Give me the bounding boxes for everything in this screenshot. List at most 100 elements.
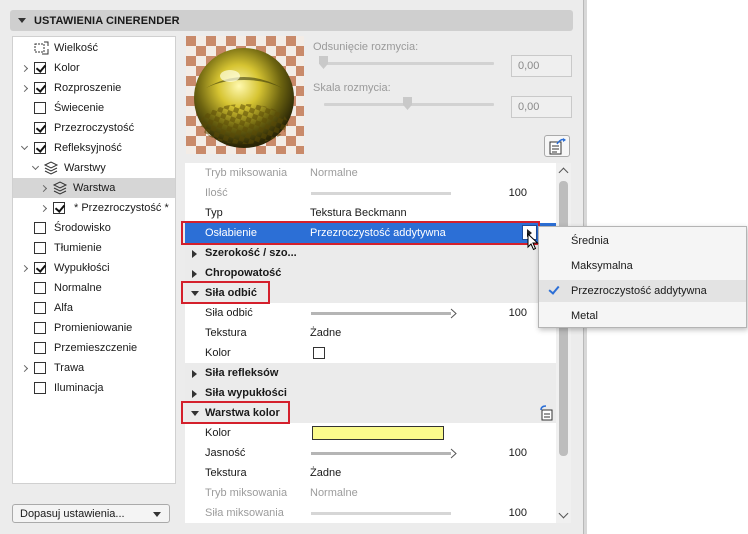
preview-options-button[interactable] [544, 135, 570, 157]
expand-triangle-icon[interactable] [192, 250, 197, 258]
prop-mix-mode[interactable]: Tryb miksowania Normalne [185, 163, 556, 183]
tree-item-environment[interactable]: Środowisko [13, 218, 175, 238]
blur-scale-slider-thumb[interactable] [403, 97, 412, 110]
group-color-layer[interactable]: Warstwa kolor [185, 403, 556, 423]
tree-checkbox[interactable] [34, 362, 46, 374]
tree-checkbox[interactable] [34, 282, 46, 294]
prop-amount[interactable]: Ilość 100 [185, 183, 556, 203]
reflection-strength-slider[interactable] [311, 312, 451, 315]
expand-arrow-icon[interactable] [21, 85, 29, 93]
prop-number[interactable]: 100 [509, 307, 527, 319]
tree-item-diffusion[interactable]: Rozproszenie [13, 78, 175, 98]
collapse-triangle-icon[interactable] [191, 411, 199, 416]
tree-checkbox[interactable] [53, 202, 65, 214]
color-swatch[interactable] [312, 426, 444, 440]
amount-slider[interactable] [311, 192, 451, 195]
tree-item-size[interactable]: Wielkość [13, 38, 175, 58]
prop-mix-mode-2[interactable]: Tryb miksowania Normalne [185, 483, 556, 503]
tree-item-layer[interactable]: Warstwa [13, 178, 175, 198]
collapse-arrow-icon[interactable] [21, 144, 29, 152]
tree-item-color[interactable]: Kolor [13, 58, 175, 78]
tree-item-fog[interactable]: Tłumienie [13, 238, 175, 258]
tree-checkbox[interactable] [34, 242, 46, 254]
color-checkbox[interactable] [313, 347, 325, 359]
blur-offset-input[interactable]: 0,00 [511, 55, 572, 77]
menu-item-average[interactable]: Średnia [539, 230, 746, 252]
tree-item-transparency[interactable]: Przezroczystość [13, 118, 175, 138]
scroll-down-icon[interactable] [558, 508, 569, 519]
prop-texture[interactable]: Tekstura Żadne [185, 323, 556, 343]
scroll-up-icon[interactable] [558, 167, 569, 178]
expand-arrow-icon[interactable] [40, 205, 48, 213]
tree-item-layers[interactable]: Warstwy [13, 158, 175, 178]
collapse-arrow-icon[interactable] [32, 164, 40, 172]
tree-item-glow[interactable]: Promieniowanie [13, 318, 175, 338]
collapse-triangle-icon[interactable] [191, 291, 199, 296]
prop-color-layer-color[interactable]: Kolor [185, 423, 556, 443]
expand-arrow-icon[interactable] [21, 265, 29, 273]
menu-item-metal[interactable]: Metal [539, 305, 746, 327]
tree-item-layer-transparency[interactable]: * Przezroczystość * [13, 198, 175, 218]
tree-checkbox[interactable] [34, 222, 46, 234]
tree-checkbox[interactable] [34, 382, 46, 394]
expand-triangle-icon[interactable] [192, 270, 197, 278]
tree-item-illumination[interactable]: Iluminacja [13, 378, 175, 398]
expand-arrow-icon[interactable] [21, 65, 29, 73]
property-scrollbar[interactable] [556, 163, 571, 523]
dropdown-caret-icon [153, 512, 161, 517]
document-arrow-icon[interactable] [539, 405, 555, 421]
group-reflection-strength[interactable]: Siła odbić [185, 283, 556, 303]
prop-number[interactable]: 100 [509, 187, 527, 199]
slider-end-arrow-icon[interactable] [450, 448, 457, 459]
blur-scale-value: 0,00 [518, 101, 540, 113]
panel-header[interactable]: USTAWIENIA CINERENDER [10, 10, 573, 31]
prop-type[interactable]: Typ Tekstura Beckmann [185, 203, 556, 223]
group-width[interactable]: Szerokość / szo... [185, 243, 556, 263]
tree-checkbox[interactable] [34, 342, 46, 354]
brightness-slider[interactable] [311, 452, 451, 455]
prop-color[interactable]: Kolor [185, 343, 556, 363]
prop-key: Kolor [205, 427, 231, 439]
blur-offset-slider[interactable] [324, 62, 494, 65]
tree-item-grass[interactable]: Trawa [13, 358, 175, 378]
prop-brightness[interactable]: Jasność 100 [185, 443, 556, 463]
tree-checkbox[interactable] [34, 322, 46, 334]
blur-offset-slider-thumb[interactable] [319, 56, 328, 69]
tree-checkbox[interactable] [34, 262, 46, 274]
tree-item-displacement[interactable]: Przemieszczenie [13, 338, 175, 358]
prop-reflection-strength[interactable]: Siła odbić 100 [185, 303, 556, 323]
tree-checkbox[interactable] [34, 142, 46, 154]
expand-arrow-icon[interactable] [21, 365, 29, 373]
tree-checkbox[interactable] [34, 102, 46, 114]
mouse-cursor-icon [527, 233, 539, 251]
tree-item-reflectance[interactable]: Refleksyjność [13, 138, 175, 158]
prop-mix-strength[interactable]: Siła miksowania 100 [185, 503, 556, 523]
prop-texture-2[interactable]: Tekstura Żadne [185, 463, 556, 483]
tree-checkbox[interactable] [34, 82, 46, 94]
tree-item-luminance[interactable]: Świecenie [13, 98, 175, 118]
tree-checkbox[interactable] [34, 302, 46, 314]
prop-key: Ilość [205, 187, 228, 199]
group-highlight-strength[interactable]: Siła refleksów [185, 363, 556, 383]
tree-item-alpha[interactable]: Alfa [13, 298, 175, 318]
collapse-triangle-icon[interactable] [18, 18, 26, 23]
prop-number[interactable]: 100 [509, 507, 527, 519]
slider-end-arrow-icon[interactable] [450, 308, 457, 319]
blur-scale-input[interactable]: 0,00 [511, 96, 572, 118]
menu-item-additive-transparency[interactable]: Przezroczystość addytywna [539, 280, 746, 302]
tree-checkbox[interactable] [34, 122, 46, 134]
prop-value: Żadne [310, 467, 342, 479]
tree-item-bump[interactable]: Wypukłości [13, 258, 175, 278]
menu-item-maximum[interactable]: Maksymalna [539, 255, 746, 277]
expand-triangle-icon[interactable] [192, 390, 197, 398]
expand-triangle-icon[interactable] [192, 370, 197, 378]
group-roughness[interactable]: Chropowatość [185, 263, 556, 283]
expand-arrow-icon[interactable] [40, 185, 48, 193]
mix-strength-slider[interactable] [311, 512, 451, 515]
fit-settings-button[interactable]: Dopasuj ustawienia... [12, 504, 170, 523]
group-bump-strength[interactable]: Siła wypukłości [185, 383, 556, 403]
prop-attenuation[interactable]: Osłabienie Przezroczystość addytywna [185, 223, 556, 243]
tree-checkbox[interactable] [34, 62, 46, 74]
tree-item-normal[interactable]: Normalne [13, 278, 175, 298]
prop-number[interactable]: 100 [509, 447, 527, 459]
